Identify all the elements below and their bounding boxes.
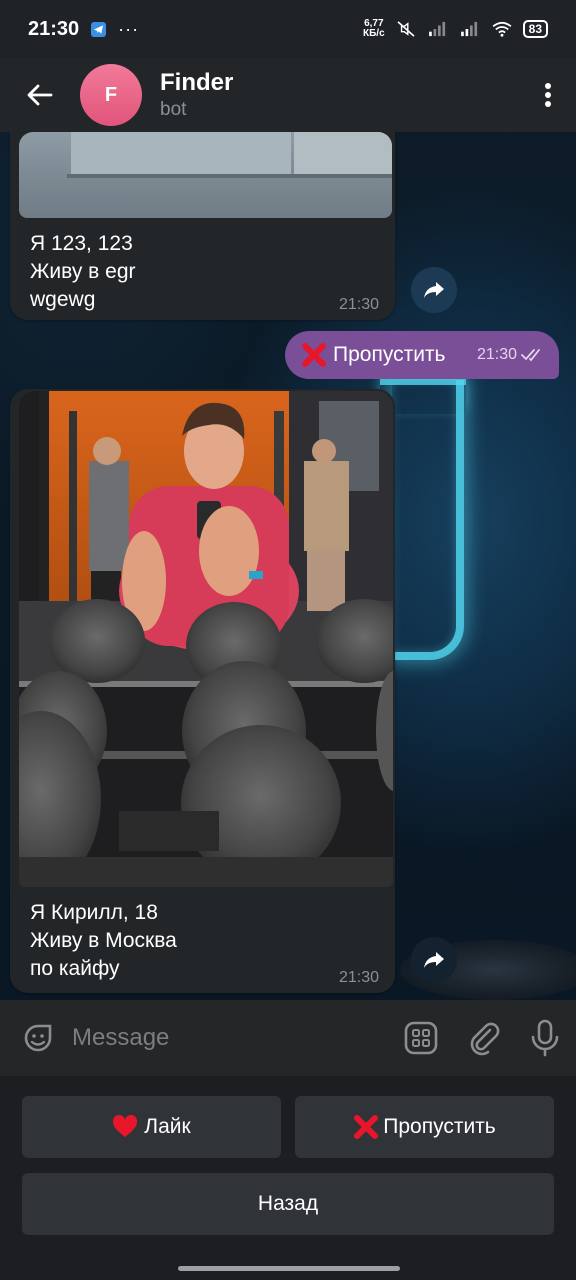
battery-icon: 83 (522, 20, 548, 38)
gym-selfie-image (19, 391, 393, 887)
message-line: Живу в Москва (30, 929, 177, 952)
back-button[interactable] (0, 58, 80, 132)
avatar[interactable]: F (80, 64, 142, 126)
double-check-icon (521, 349, 540, 362)
chat-title: Finder (160, 69, 234, 96)
heart-icon (113, 1115, 138, 1137)
message-line: wgewg (30, 288, 96, 311)
message-line: Я Кирилл, 18 (30, 901, 158, 924)
photo-panel (294, 132, 392, 174)
like-label: Лайк (144, 1115, 191, 1138)
skip-button[interactable]: Пропустить (295, 1096, 554, 1158)
bot-reply-keyboard: Лайк Пропустить Назад (0, 1076, 576, 1280)
share-arrow-icon (424, 952, 444, 968)
bot-keyboard-icon[interactable] (404, 1021, 438, 1055)
chat-header: F Finder bot (0, 58, 576, 132)
status-time: 21:30 (28, 17, 80, 40)
back-label: Назад (257, 1192, 319, 1215)
message-text: Я Кирилл, 18 Живу в Москва по кайфу (10, 887, 395, 983)
wallpaper-neon-shape (392, 380, 464, 660)
message-profile-2[interactable]: Я Кирилл, 18 Живу в Москва по кайфу 21:3… (10, 389, 395, 993)
more-vertical-icon (545, 83, 551, 107)
message-input[interactable]: Message (72, 1024, 169, 1052)
back-keyboard-button[interactable]: Назад (22, 1173, 554, 1235)
message-time: 21:30 (338, 296, 379, 313)
photo-panel (71, 132, 291, 174)
forward-button[interactable] (411, 267, 457, 313)
message-input-bar: Message (0, 1000, 576, 1076)
share-arrow-icon (424, 282, 444, 298)
telegram-notification-icon (91, 21, 107, 37)
sticker-emoji-icon[interactable] (20, 1020, 56, 1056)
chat-subtitle: bot (160, 99, 187, 120)
signal-1-icon (428, 21, 445, 37)
profile-photo-1[interactable] (19, 132, 392, 218)
photo-strip (67, 174, 392, 178)
more-notifications-icon: ··· (118, 18, 140, 39)
status-bar: 21:30 ··· 6,77 КБ/с 83 (0, 0, 576, 58)
avatar-letter: F (104, 83, 118, 106)
microphone-icon[interactable] (530, 1019, 560, 1057)
attach-paperclip-icon[interactable] (468, 1020, 500, 1056)
cross-mark-icon (354, 1115, 379, 1139)
home-indicator[interactable] (178, 1266, 400, 1271)
cross-mark-icon (302, 343, 326, 367)
mute-icon (397, 21, 415, 37)
network-speed-unit: КБ/с (363, 28, 385, 39)
message-line: Я 123, 123 (30, 232, 133, 255)
profile-photo-2[interactable] (19, 391, 393, 887)
skip-label: Пропустить (383, 1115, 496, 1138)
outgoing-text: Пропустить (333, 343, 446, 366)
chat-title-block[interactable]: Finder bot (160, 69, 233, 121)
message-line: Живу в egr (30, 260, 136, 283)
message-text: Я 123, 123 Живу в egr wgewg (10, 218, 395, 314)
network-speed: 6,77 КБ/с (363, 19, 385, 39)
message-line: по кайфу (30, 957, 120, 980)
message-outgoing[interactable]: Пропустить 21:30 (285, 331, 559, 379)
forward-button[interactable] (411, 937, 457, 983)
message-profile-1[interactable]: Я 123, 123 Живу в egr wgewg 21:30 (10, 132, 395, 320)
wifi-icon (492, 21, 512, 37)
arrow-left-icon (27, 84, 53, 106)
outgoing-time: 21:30 (476, 346, 517, 363)
signal-2-icon (460, 21, 477, 37)
message-time: 21:30 (338, 969, 379, 986)
like-button[interactable]: Лайк (22, 1096, 281, 1158)
more-menu-button[interactable] (520, 58, 576, 132)
